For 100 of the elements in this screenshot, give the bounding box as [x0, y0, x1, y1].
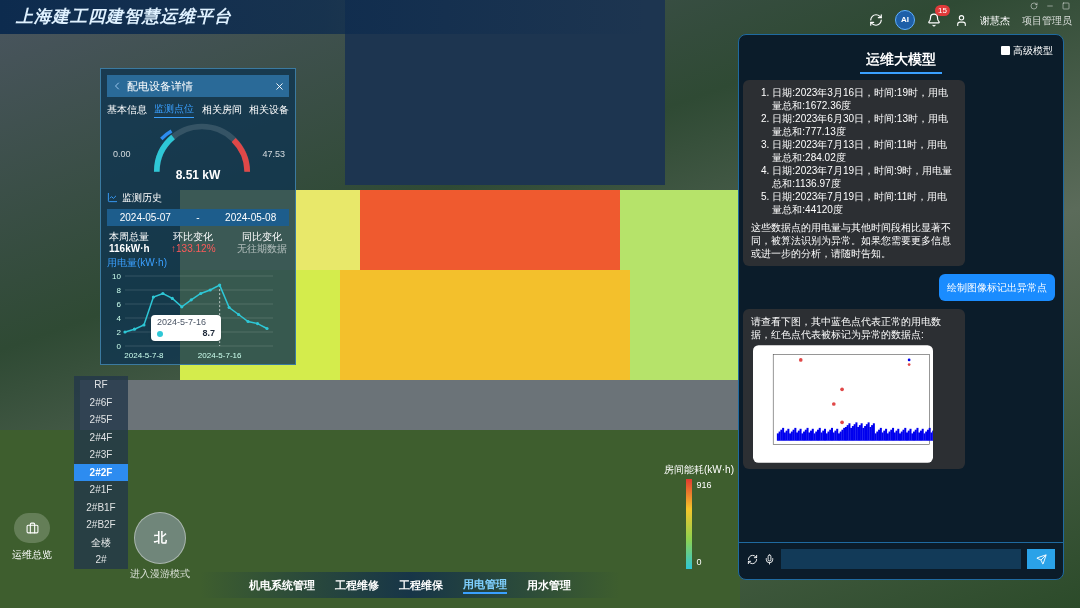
close-icon[interactable] [274, 80, 285, 92]
anomaly-point [840, 420, 844, 425]
compass-control[interactable]: 北 [134, 512, 186, 564]
user-message: 绘制图像标记出异常点 [939, 274, 1055, 301]
panel-title: 配电设备详情 [127, 78, 194, 94]
y-tick-label: 0 [116, 342, 121, 351]
floor-item[interactable]: 2#1F [74, 481, 128, 499]
notification-bell-icon[interactable] [927, 13, 941, 27]
stat-value: 无往期数据 [237, 243, 287, 255]
y-tick-label: 10 [112, 272, 121, 281]
anomaly-list-item: 日期:2023年7月19日，时间:11时，用电量总和:44120度 [772, 190, 949, 216]
stat-value: ↑133.12% [171, 243, 216, 255]
chart-point [180, 305, 184, 309]
anomaly-point [840, 387, 844, 392]
nav-tab[interactable]: 工程维修 [335, 576, 379, 594]
tooltip-title: 2024-5-7-16 [157, 317, 208, 328]
gauge-reading: 8.51 kW [175, 167, 221, 184]
chart-point [142, 323, 146, 327]
roam-mode-link[interactable]: 进入漫游模式 [130, 566, 190, 581]
reset-icon[interactable] [747, 553, 758, 565]
advanced-model-checkbox[interactable] [1001, 46, 1010, 55]
floor-item[interactable]: RF [74, 376, 128, 394]
user-avatar-icon[interactable] [955, 13, 968, 27]
chart-point [132, 327, 137, 331]
chart-point [208, 288, 212, 292]
tooltip-value: 8.7 [202, 328, 215, 339]
floor-item[interactable]: 2#3F [74, 446, 128, 464]
floor-item[interactable]: 2#B2F [74, 516, 128, 534]
anomaly-list-item: 日期:2023年7月19日，时间:9时，用电量总和:1136.97度 [772, 164, 954, 190]
legend-min: 0 [696, 555, 703, 569]
stat-label: 同比变化 [242, 231, 282, 243]
chart-point [237, 312, 241, 317]
low-range-arc [160, 129, 173, 141]
notification-badge: 15 [935, 5, 950, 16]
floor-item[interactable]: 2#6F [74, 393, 128, 411]
chart-point [246, 319, 250, 324]
chat-input-field[interactable] [781, 549, 1021, 569]
gauge-max: 47.53 [262, 148, 285, 161]
section-title: 监测历史 [122, 191, 162, 205]
chart-point [199, 291, 203, 296]
anomaly-list-item: 日期:2023年3月16日，时间:19时，用电量总和:1672.36度 [772, 86, 949, 112]
restore-icon[interactable] [1030, 2, 1038, 10]
gauge-min: 0.00 [113, 148, 131, 161]
assistant-title: 运维大模型 [860, 49, 942, 74]
high-range-arc [231, 138, 251, 172]
chart-icon [107, 192, 118, 203]
user-name[interactable]: 谢慧杰 [980, 12, 1010, 28]
list-number: 2. [761, 112, 770, 126]
chart-point [218, 283, 222, 287]
microphone-icon[interactable] [764, 553, 775, 565]
x-tick-label: 2024-5-7-16 [197, 351, 242, 360]
briefcase-icon [25, 521, 39, 535]
anomaly-list-item: 日期:2023年7月13日，时间:11时，用电量总和:284.02度 [772, 138, 949, 164]
anomaly-point [832, 402, 836, 406]
panel-tab[interactable]: 监测点位 [154, 102, 195, 118]
y-tick-label: 6 [116, 300, 121, 309]
legend-max: 916 [696, 479, 712, 492]
floor-item[interactable]: 2# [74, 551, 128, 569]
chart-point [265, 326, 269, 331]
plot-legend [907, 358, 911, 366]
send-icon [1035, 553, 1047, 565]
panel-tab[interactable]: 基本信息 [107, 102, 147, 118]
list-number: 5. [761, 190, 770, 204]
y-tick-label: 2 [116, 328, 121, 337]
floor-item[interactable]: 2#4F [74, 428, 128, 446]
nav-tab[interactable]: 工程维保 [399, 576, 443, 594]
list-number: 1. [761, 86, 770, 100]
chart-point [189, 298, 193, 302]
y-axis-label: 用电量(kW·h) [107, 256, 168, 270]
message-text: 这些数据点的用电量与其他时间段相比显著不同，被算法识别为异常。如果您需要更多信息或进一步的分析，请随时告知。 [751, 221, 952, 260]
app-title: 上海建工四建智慧运维平台 [16, 6, 232, 29]
maximize-icon[interactable] [1062, 2, 1070, 10]
refresh-icon[interactable] [869, 13, 883, 27]
panel-tab[interactable]: 相关设备 [249, 102, 289, 118]
x-tick-label: 2024-5-7-8 [124, 351, 164, 360]
anomaly-list-item: 日期:2023年6月30日，时间:13时，用电量总和:777.13度 [772, 112, 949, 138]
overview-button[interactable] [14, 513, 50, 543]
legend-title: 房间能耗(kW·h) [664, 463, 734, 477]
overview-label[interactable]: 运维总览 [12, 547, 52, 562]
message-text: 请查看下图，其中蓝色点代表正常的用电数据，红色点代表被标记为异常的数据点: [751, 315, 942, 341]
floor-item[interactable]: 2#B1F [74, 498, 128, 516]
list-number: 3. [761, 138, 770, 152]
nav-tab[interactable]: 用电管理 [463, 575, 507, 595]
chart-point [151, 295, 155, 299]
stat-label: 环比变化 [173, 231, 214, 243]
anomaly-point [798, 358, 803, 362]
chart-point [123, 330, 127, 334]
panel-tab[interactable]: 相关房间 [201, 102, 242, 118]
chart-point [161, 291, 165, 296]
chart-point [227, 305, 231, 310]
y-tick-label: 8 [116, 286, 121, 295]
nav-tab[interactable]: 用水管理 [527, 576, 571, 594]
floor-item[interactable]: 全楼 [74, 533, 128, 551]
floor-item[interactable]: 2#5F [74, 411, 128, 429]
nav-tab[interactable]: 机电系统管理 [249, 576, 315, 594]
list-number: 4. [761, 164, 770, 178]
date-range-field[interactable]: 2024-05-07 - 2024-05-08 [107, 209, 289, 226]
stat-value: 116kW·h [109, 243, 150, 255]
advanced-model-label: 高级模型 [1013, 44, 1053, 58]
chart-point [255, 322, 260, 326]
